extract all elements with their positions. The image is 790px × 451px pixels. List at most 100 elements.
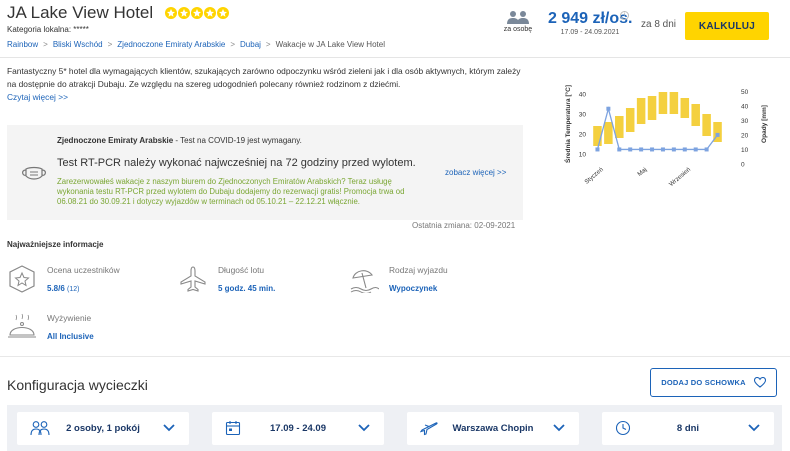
- duration-selector[interactable]: 8 dni: [602, 412, 774, 445]
- departure-airport-selector[interactable]: Warszawa Chopin: [407, 412, 579, 445]
- breadcrumb-separator-icon: >: [230, 40, 236, 49]
- breadcrumb-middle-east[interactable]: Bliski Wschód: [53, 40, 103, 49]
- breadcrumb-separator-icon: >: [107, 40, 113, 49]
- precipitation-point: [682, 147, 687, 152]
- y-right-tick-label: 10: [741, 147, 749, 154]
- people-icon: [507, 11, 529, 24]
- mask-icon: [22, 165, 46, 183]
- precipitation-point: [595, 147, 600, 152]
- key-info-heading: Najważniejsze informacje: [7, 240, 104, 249]
- chevron-down-icon: [748, 424, 760, 432]
- y-right-tick-label: 40: [741, 103, 749, 110]
- y-right-tick-label: 50: [741, 89, 749, 96]
- breadcrumb-dubai[interactable]: Dubaj: [240, 40, 261, 49]
- y-right-axis-label: Opady [mm]: [761, 105, 768, 143]
- header-divider: [0, 57, 790, 58]
- key-info-rating-label: Ocena uczestników: [47, 265, 120, 275]
- food-icon: [8, 313, 36, 338]
- hotel-title-row: JA Lake View Hotel: [7, 3, 230, 23]
- travelers-selector[interactable]: 2 osoby, 1 pokój: [17, 412, 189, 445]
- x-tick-label: Wrzesień: [668, 166, 693, 188]
- x-tick-label: Styczeń: [583, 166, 605, 186]
- config-title: Konfiguracja wycieczki: [7, 377, 148, 393]
- precipitation-point: [693, 147, 698, 152]
- precipitation-point: [628, 147, 633, 152]
- hotel-stars: [165, 7, 230, 19]
- covid-promo-text: Zarezerwowałeś wakacje z naszym biurem d…: [57, 177, 405, 206]
- key-info-board-value: All Inclusive: [47, 332, 94, 341]
- y-left-tick-label: 30: [579, 112, 587, 119]
- temperature-bar: [625, 108, 635, 132]
- breadcrumb-uae[interactable]: Zjednoczone Emiraty Arabskie: [117, 40, 225, 49]
- chevron-down-icon: [163, 424, 175, 432]
- covid-info-box: Zjednoczone Emiraty Arabskie - Test na C…: [7, 125, 523, 220]
- precipitation-point: [704, 147, 709, 152]
- beach-icon: [350, 270, 379, 293]
- precipitation-point: [650, 147, 655, 152]
- read-more-link[interactable]: Czytaj więcej >>: [7, 92, 68, 102]
- star-icon: [217, 7, 230, 19]
- key-info-trip-type-label: Rodzaj wyjazdu: [389, 265, 448, 275]
- key-info-rating-value[interactable]: 5.8/6 (12): [47, 284, 79, 293]
- breadcrumb: Rainbow > Bliski Wschód > Zjednoczone Em…: [7, 40, 385, 49]
- breadcrumb-current: Wakacje w JA Lake View Hotel: [275, 40, 385, 49]
- breadcrumb-rainbow[interactable]: Rainbow: [7, 40, 38, 49]
- precipitation-point: [606, 106, 611, 111]
- section-divider: [0, 356, 790, 357]
- star-icon: [165, 7, 178, 19]
- precipitation-point: [671, 147, 676, 152]
- temperature-bar: [669, 92, 679, 114]
- temperature-bar: [702, 114, 711, 136]
- per-person-indicator[interactable]: za osobę: [496, 10, 540, 33]
- temperature-bar: [658, 92, 668, 114]
- temperature-bar: [680, 98, 690, 118]
- calculate-button[interactable]: KALKULUJ: [685, 12, 769, 40]
- star-icon: [178, 7, 191, 19]
- y-right-tick-label: 0: [741, 162, 745, 169]
- y-right-tick-label: 20: [741, 132, 749, 139]
- precipitation-point: [715, 132, 720, 137]
- plane-icon: [180, 266, 206, 292]
- climate-chart: 40 30 20 10 50 40 30 20 10 0 Średnia Temperatura […: [563, 85, 768, 188]
- hotel-name: JA Lake View Hotel: [7, 3, 154, 22]
- trip-days: za 8 dni: [641, 19, 677, 30]
- heart-icon: [753, 377, 766, 388]
- add-to-favorites-button[interactable]: DODAJ DO SCHOWKA: [650, 368, 777, 397]
- key-info-trip-type-value: Wypoczynek: [389, 284, 438, 293]
- breadcrumb-separator-icon: >: [265, 40, 271, 49]
- key-info-flight-value: 5 godz. 45 min.: [218, 284, 276, 293]
- chevron-down-icon: [553, 424, 565, 432]
- rating-icon: [9, 265, 35, 293]
- precipitation-point: [660, 147, 665, 152]
- covid-title-text: - Test na COVID-19 jest wymagany.: [173, 136, 302, 145]
- dates-selector[interactable]: 17.09 - 24.09: [212, 412, 384, 445]
- temperature-bar: [691, 104, 700, 126]
- star-icon: [191, 7, 204, 19]
- key-info-flight-label: Długość lotu: [218, 265, 265, 275]
- chevron-down-icon: [358, 424, 370, 432]
- info-icon[interactable]: i: [620, 11, 629, 20]
- covid-requirement: Test RT-PCR należy wykonać najwcześniej …: [57, 157, 416, 169]
- covid-country: Zjednoczone Emiraty Arabskie: [57, 136, 174, 145]
- temperature-bar: [636, 98, 646, 124]
- star-icon: [204, 7, 217, 19]
- temperature-bar: [604, 122, 613, 144]
- y-left-tick-label: 20: [579, 132, 587, 139]
- add-to-favorites-label: DODAJ DO SCHOWKA: [661, 378, 746, 387]
- hotel-description: Fantastyczny 5* hotel dla wymagających k…: [7, 66, 521, 89]
- covid-see-more-link[interactable]: zobacz więcej >>: [445, 168, 506, 177]
- breadcrumb-separator-icon: >: [43, 40, 48, 49]
- precipitation-point: [639, 147, 644, 152]
- hotel-category: Kategoria lokalna: *****: [7, 25, 89, 34]
- temperature-bar: [615, 116, 624, 138]
- last-change-date: Ostatnia zmiana: 02-09-2021: [412, 221, 516, 230]
- key-info-board-label: Wyżywienie: [47, 313, 92, 323]
- precipitation-point: [617, 147, 622, 152]
- per-person-label: za osobę: [503, 26, 533, 33]
- y-left-axis-label: Średnia Temperatura [°C]: [563, 85, 572, 163]
- y-left-tick-label: 10: [579, 152, 587, 159]
- x-tick-label: Maj: [636, 166, 648, 178]
- price-dates: 17.09 - 24.09.2021: [560, 29, 620, 36]
- y-left-tick-label: 40: [579, 92, 587, 99]
- covid-title: Zjednoczone Emiraty Arabskie - Test na C…: [57, 136, 302, 145]
